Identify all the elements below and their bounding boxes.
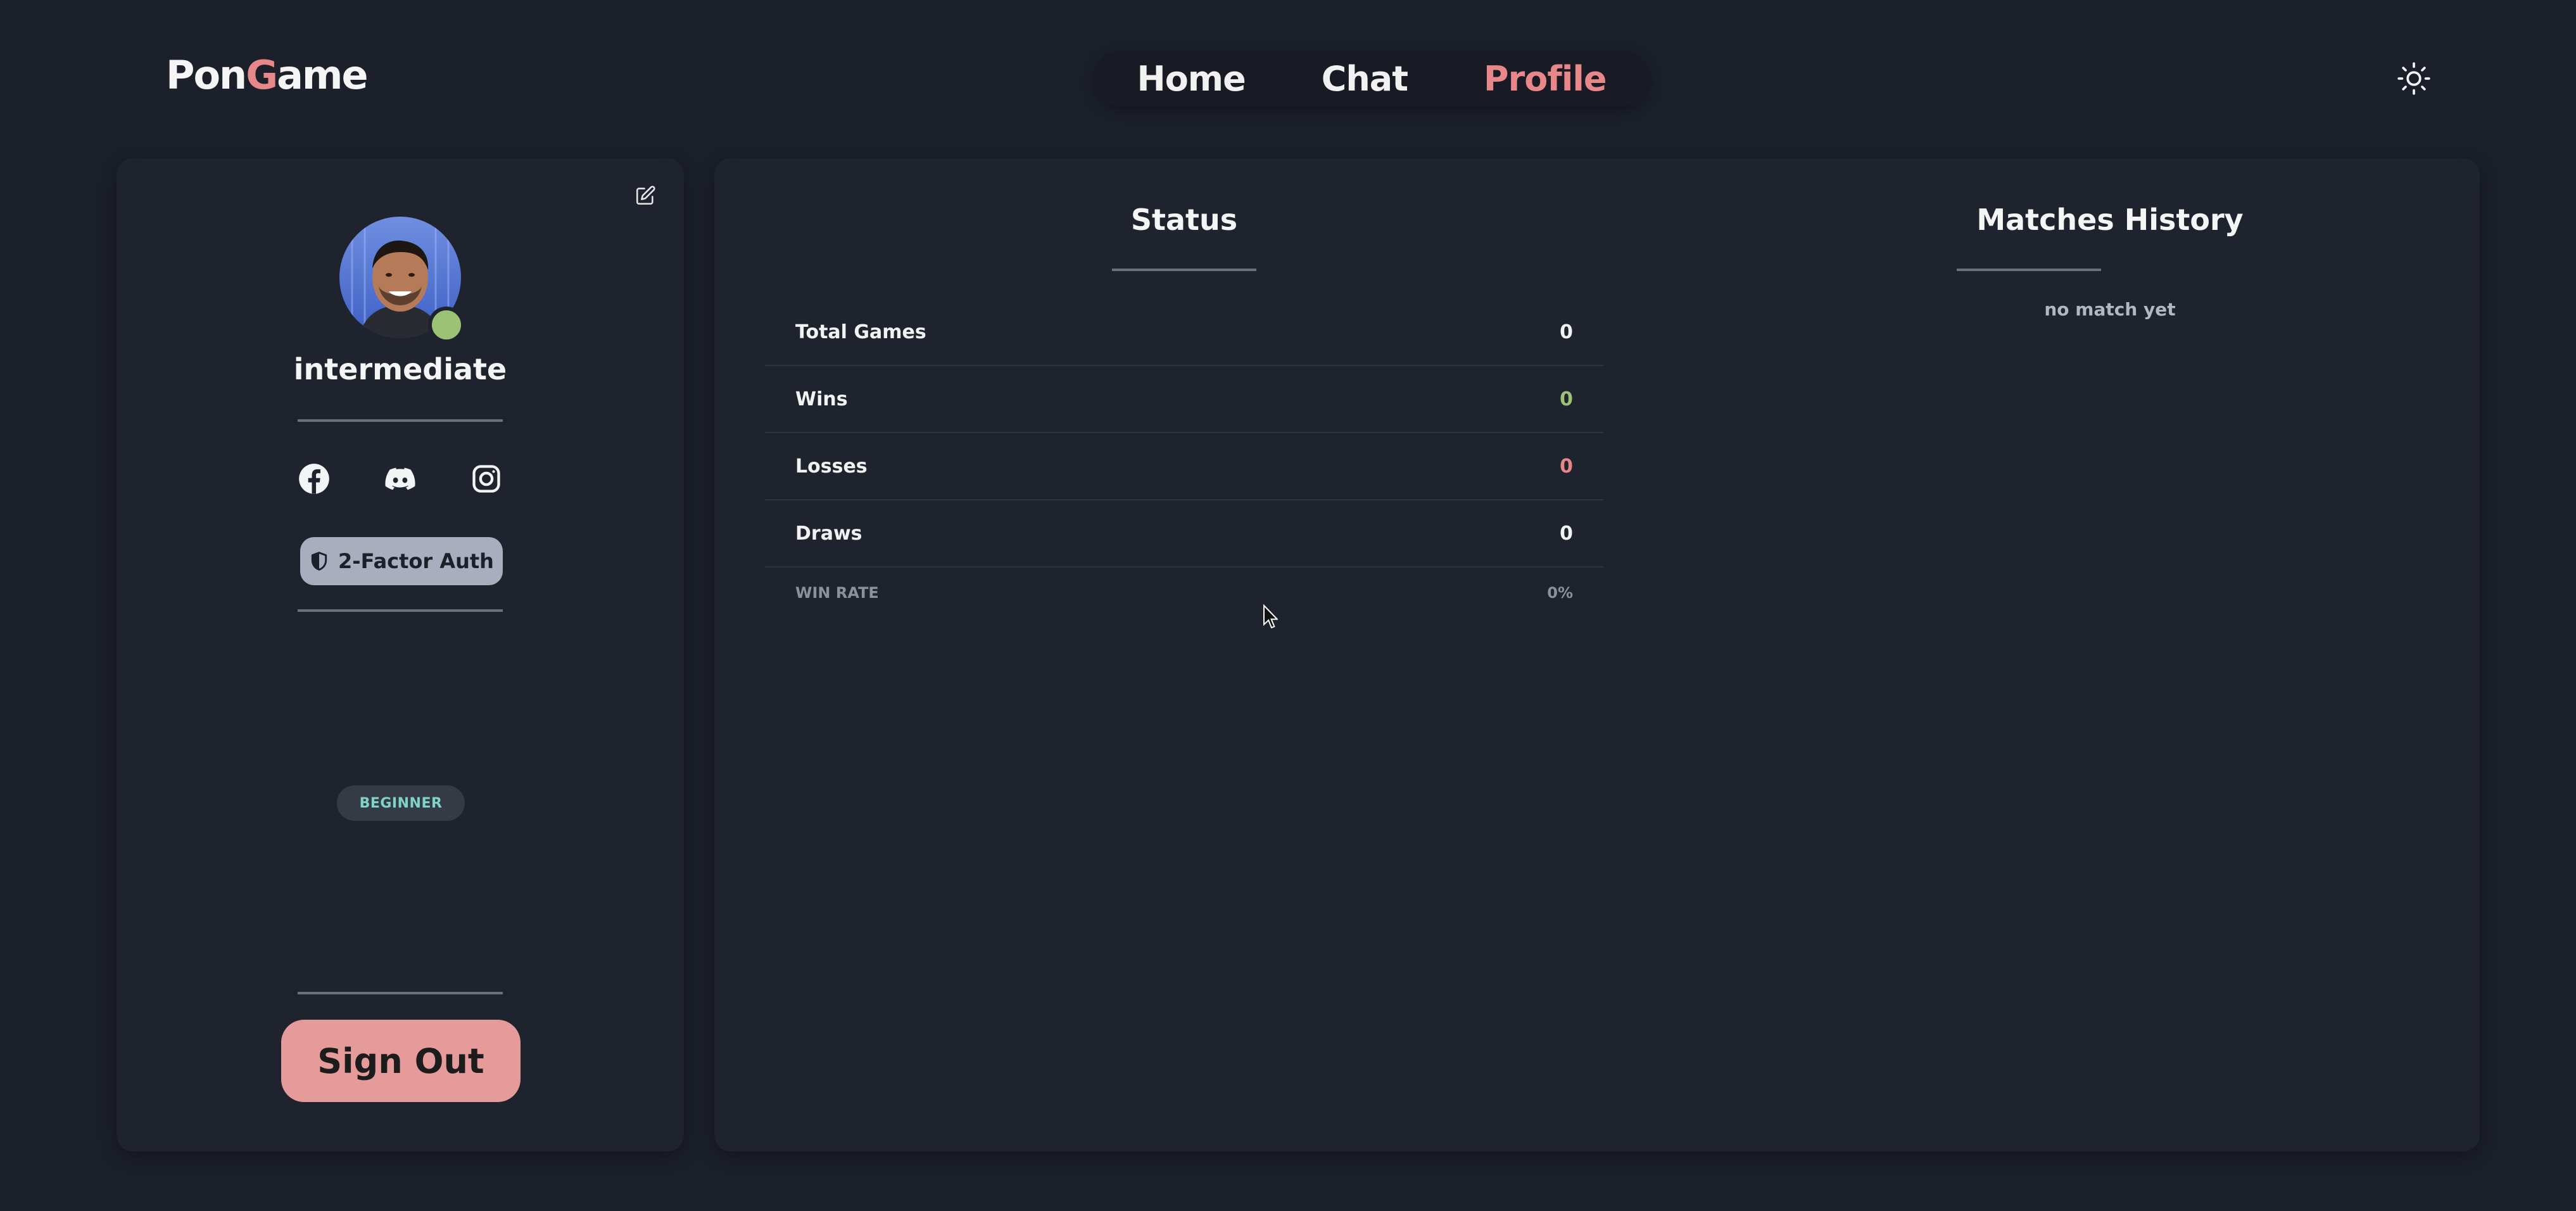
stat-value: 0 <box>1560 388 1573 410</box>
edit-profile-button[interactable] <box>635 185 656 206</box>
two-factor-auth-label: 2-Factor Auth <box>338 549 494 573</box>
status-title-underline <box>1112 269 1256 271</box>
stats-table: Total Games 0 Wins 0 Losses 0 Draws 0 WI… <box>765 299 1603 618</box>
status-title: Status <box>1130 203 1238 237</box>
nav-profile[interactable]: Profile <box>1446 59 1644 99</box>
stat-row-total-games: Total Games 0 <box>765 299 1603 366</box>
stat-label: Draws <box>795 522 862 545</box>
win-rate-value: 0% <box>1547 584 1573 602</box>
matches-history-title: Matches History <box>1976 203 2244 237</box>
divider <box>298 992 503 994</box>
stat-row-wins: Wins 0 <box>765 366 1603 433</box>
online-status-indicator <box>428 307 465 343</box>
matches-title-underline <box>1957 269 2101 271</box>
nav-home[interactable]: Home <box>1099 59 1284 99</box>
sign-out-button[interactable]: Sign Out <box>281 1020 521 1102</box>
stats-card: Status Total Games 0 Wins 0 Losses 0 Dra… <box>714 158 2480 1151</box>
facebook-icon[interactable] <box>298 462 331 495</box>
instagram-icon[interactable] <box>470 462 503 495</box>
divider <box>298 419 503 422</box>
nav-chat[interactable]: Chat <box>1284 59 1446 99</box>
stat-label: Losses <box>795 455 868 478</box>
stat-value: 0 <box>1560 522 1573 545</box>
win-rate-row: WIN RATE 0% <box>765 567 1603 618</box>
stat-value: 0 <box>1560 455 1573 478</box>
divider <box>298 609 503 612</box>
logo-part-2: G <box>246 52 278 98</box>
logo-part-1: Pon <box>166 52 247 98</box>
main-nav: Home Chat Profile <box>1094 51 1649 106</box>
avatar-container <box>339 217 465 343</box>
logo-part-3: ame <box>277 52 368 98</box>
stat-label: Total Games <box>795 320 926 343</box>
profile-card: intermediate 2-Factor Auth BEGINNER Sign… <box>117 158 684 1151</box>
win-rate-label: WIN RATE <box>795 584 879 602</box>
stat-value: 0 <box>1560 320 1573 343</box>
no-match-message: no match yet <box>2044 299 2176 320</box>
stat-row-losses: Losses 0 <box>765 433 1603 500</box>
stat-label: Wins <box>795 388 848 410</box>
sun-icon <box>2397 62 2430 95</box>
social-links <box>298 461 503 497</box>
two-factor-auth-button[interactable]: 2-Factor Auth <box>300 537 503 585</box>
stat-row-draws: Draws 0 <box>765 500 1603 567</box>
level-badge: BEGINNER <box>337 785 465 821</box>
username: intermediate <box>293 352 507 386</box>
shield-icon <box>311 552 327 571</box>
app-logo[interactable]: PonGame <box>166 52 369 98</box>
theme-toggle-button[interactable] <box>2396 61 2432 96</box>
discord-icon[interactable] <box>384 462 417 495</box>
edit-icon <box>636 186 655 205</box>
